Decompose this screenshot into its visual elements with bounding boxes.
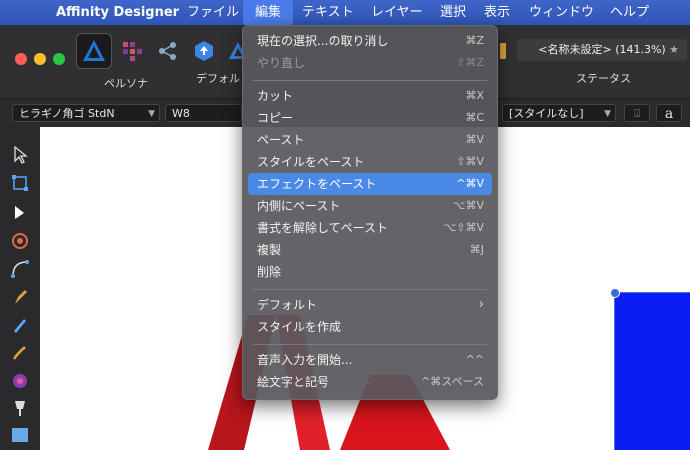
status-label: ステータス [576, 72, 631, 85]
zoom-window-button[interactable] [53, 53, 65, 65]
character-panel-label: a [664, 106, 674, 122]
menu-item-cut[interactable]: カット ⌘X [248, 85, 492, 107]
menu-view[interactable]: 表示 [484, 0, 510, 25]
font-family-value: ヒラギノ角ゴ StdN [19, 107, 115, 120]
menu-item-paste-style[interactable]: スタイルをペースト ⇧⌘V [248, 151, 492, 173]
menu-bar: Affinity Designer ファイル 編集 テキスト レイヤー 選択 表… [0, 0, 690, 25]
close-window-button[interactable] [15, 53, 27, 65]
paste-effects-shortcut: ^⌘V [456, 177, 484, 190]
menu-item-emoji-symbols[interactable]: 絵文字と記号 ^⌘スペース [248, 371, 492, 393]
start-dictation-label: 音声入力を開始... [257, 353, 353, 367]
style-select[interactable]: [スタイルなし] ▼ [502, 104, 616, 122]
menu-item-copy[interactable]: コピー ⌘C [248, 107, 492, 129]
tools-panel [0, 127, 40, 450]
menu-item-paste-effects[interactable]: エフェクトをペースト ^⌘V [248, 173, 492, 195]
menu-item-undo[interactable]: 現在の選択...の取り消し ⌘Z [248, 30, 492, 52]
defaults-label: デフォルト [257, 298, 318, 312]
paste-inside-label: 内側にペースト [257, 199, 341, 213]
place-image-tool-icon[interactable] [10, 425, 30, 445]
menu-text[interactable]: テキスト [302, 0, 354, 25]
menu-edit[interactable]: 編集 [243, 0, 294, 25]
fill-tool-icon[interactable] [10, 371, 30, 391]
document-title[interactable]: <名称未設定> (141.3%) ★ [517, 39, 687, 61]
undo-label: 現在の選択...の取り消し [257, 34, 389, 48]
menu-separator [253, 80, 487, 81]
paste-inside-shortcut: ⌥⌘V [452, 199, 484, 212]
start-dictation-shortcut: ^^ [465, 353, 484, 366]
menu-separator [253, 289, 487, 290]
delete-label: 削除 [257, 265, 282, 279]
menu-select[interactable]: 選択 [440, 0, 466, 25]
menu-app-name[interactable]: Affinity Designer [56, 0, 179, 25]
corner-tool-icon[interactable] [10, 259, 30, 279]
text-align-icon[interactable]: ⍗ [624, 104, 650, 122]
emoji-symbols-label: 絵文字と記号 [257, 375, 330, 389]
redo-shortcut: ⇧⌘Z [456, 56, 484, 69]
paste-style-shortcut: ⇧⌘V [456, 155, 484, 168]
menu-item-defaults[interactable]: デフォルト › [248, 294, 492, 316]
share-icon[interactable] [156, 39, 180, 63]
menu-separator [253, 344, 487, 345]
document-title-text: <名称未設定> (141.3%) [538, 43, 666, 56]
point-transform-tool-icon[interactable] [10, 231, 30, 251]
character-panel-icon[interactable]: a [656, 104, 682, 122]
minimize-window-button[interactable] [34, 53, 46, 65]
pencil-icon[interactable] [498, 43, 508, 59]
menu-file[interactable]: ファイル [187, 0, 239, 25]
pen-tool-icon[interactable] [10, 287, 30, 307]
selection-handle[interactable] [610, 288, 620, 298]
chevron-down-icon: ▼ [604, 109, 611, 119]
artboard-tool-icon[interactable] [10, 173, 30, 193]
menu-item-start-dictation[interactable]: 音声入力を開始... ^^ [248, 349, 492, 371]
menu-item-create-style[interactable]: スタイルを作成 [248, 316, 492, 338]
paste-without-format-shortcut: ⌥⇧⌘V [443, 221, 484, 234]
paste-without-format-label: 書式を解除してペースト [257, 221, 389, 235]
cut-label: カット [257, 89, 294, 103]
font-family-select[interactable]: ヒラギノ角ゴ StdN ▼ [12, 104, 160, 122]
paste-style-label: スタイルをペースト [257, 155, 365, 169]
menu-item-paste-without-format[interactable]: 書式を解除してペースト ⌥⇧⌘V [248, 217, 492, 239]
pixel-persona-icon[interactable] [120, 39, 144, 63]
transparency-tool-icon[interactable] [10, 399, 30, 419]
create-style-label: スタイルを作成 [257, 320, 342, 334]
copy-label: コピー [257, 111, 294, 125]
pencil-tool-icon[interactable] [10, 315, 30, 335]
copy-shortcut: ⌘C [465, 111, 484, 124]
font-weight-value: W8 [172, 107, 190, 120]
node-tool-icon[interactable] [10, 203, 30, 223]
menu-item-duplicate[interactable]: 複製 ⌘J [248, 239, 492, 261]
paste-label: ペースト [257, 133, 305, 147]
duplicate-label: 複製 [257, 243, 282, 257]
chevron-down-icon: ▼ [148, 109, 155, 119]
menu-item-paste-inside[interactable]: 内側にペースト ⌥⌘V [248, 195, 492, 217]
paste-shortcut: ⌘V [465, 133, 484, 146]
default-tool-icon[interactable] [192, 39, 216, 63]
style-value: [スタイルなし] [509, 107, 584, 120]
cut-shortcut: ⌘X [465, 89, 484, 102]
star-icon[interactable]: ★ [669, 39, 679, 61]
menu-window[interactable]: ウィンドウ [529, 0, 594, 25]
menu-item-delete[interactable]: 削除 [248, 261, 492, 283]
redo-label: やり直し [257, 56, 306, 70]
move-tool-icon[interactable] [10, 145, 30, 165]
paste-effects-label: エフェクトをペースト [257, 177, 377, 191]
menu-item-paste[interactable]: ペースト ⌘V [248, 129, 492, 151]
edit-menu-dropdown: 現在の選択...の取り消し ⌘Z やり直し ⇧⌘Z カット ⌘X コピー ⌘C … [242, 25, 498, 400]
blue-rectangle-shape[interactable] [614, 292, 690, 450]
designer-persona-icon[interactable] [76, 33, 112, 69]
font-weight-select[interactable]: W8 [165, 104, 242, 122]
menu-layer[interactable]: レイヤー [371, 0, 423, 25]
menu-item-redo: やり直し ⇧⌘Z [248, 52, 492, 74]
emoji-symbols-shortcut: ^⌘スペース [421, 375, 484, 388]
persona-label: ペルソナ [104, 77, 148, 90]
menu-help[interactable]: ヘルプ [610, 0, 649, 25]
undo-shortcut: ⌘Z [465, 34, 484, 47]
duplicate-shortcut: ⌘J [469, 243, 484, 256]
vector-brush-tool-icon[interactable] [10, 343, 30, 363]
chevron-right-icon: › [478, 297, 484, 312]
